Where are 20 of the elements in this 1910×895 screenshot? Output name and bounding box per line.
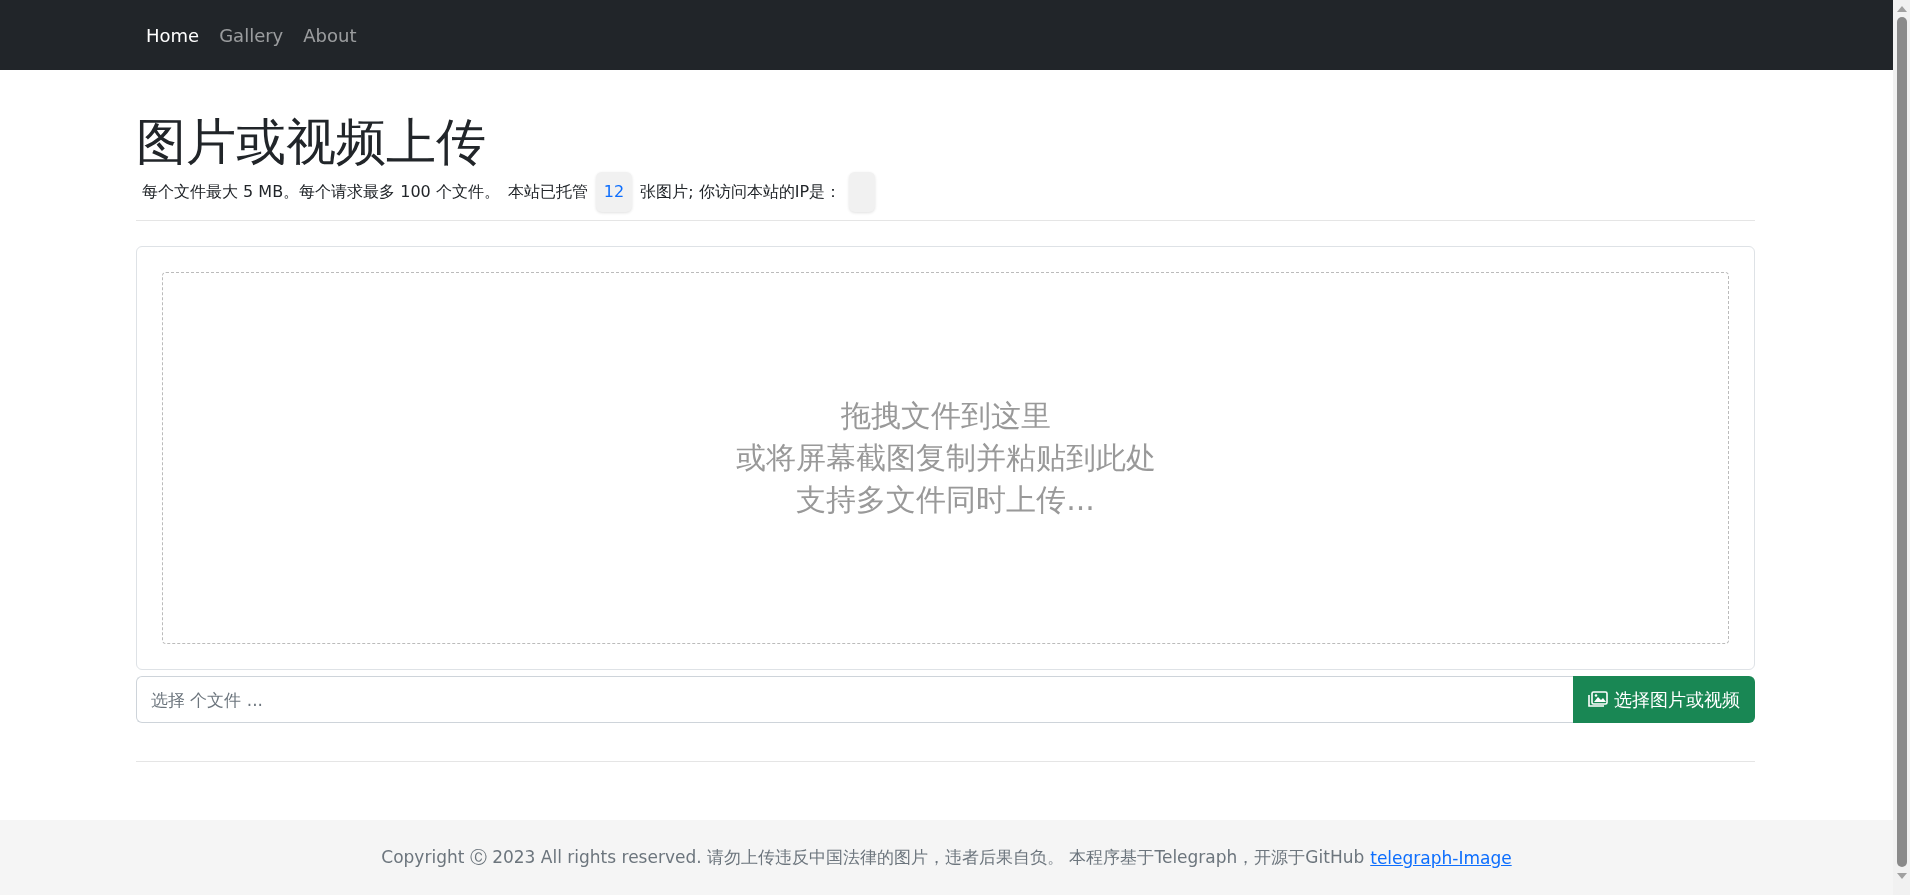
file-input-field[interactable]: 选择 个文件 ... (136, 676, 1573, 723)
hosted-text: 本站已托管 (507, 181, 588, 203)
scroll-down-icon (1896, 872, 1907, 880)
scrollbar[interactable] (1893, 0, 1910, 895)
nav-link[interactable]: About (303, 24, 357, 46)
copyright-text: Copyright Ⓒ 2023 All rights reserved. 请勿上传违反中国法律的图片，违者后果自负。 本程序基于Telegraph，开源于GitHub (381, 846, 1365, 869)
page-title: 图片或视频上传 (136, 112, 487, 172)
drop-hint: 支持多文件同时上传... (796, 481, 1095, 519)
drop-hint: 拖拽文件到这里 (840, 397, 1051, 435)
ip-label: 张图片; 你访问本站的IP是： (640, 181, 842, 203)
image-count-badge: 12 (595, 172, 633, 212)
repo-link[interactable]: telegraph-Image (1370, 847, 1512, 868)
nav-link[interactable]: Gallery (219, 24, 284, 46)
scroll-up-icon (1896, 5, 1907, 13)
drop-hint: 或将屏幕截图复制并粘贴到此处 (735, 439, 1156, 477)
limits-text: 每个文件最大 5 MB。每个请求最多 100 个文件。 (142, 181, 500, 203)
nav-link[interactable]: Home (146, 24, 200, 46)
drop-zone[interactable]: 拖拽文件到这里 或将屏幕截图复制并粘贴到此处 支持多文件同时上传... (162, 272, 1729, 644)
choose-file-button[interactable]: 选择图片或视频 (1573, 676, 1755, 723)
images-icon (1588, 691, 1608, 708)
